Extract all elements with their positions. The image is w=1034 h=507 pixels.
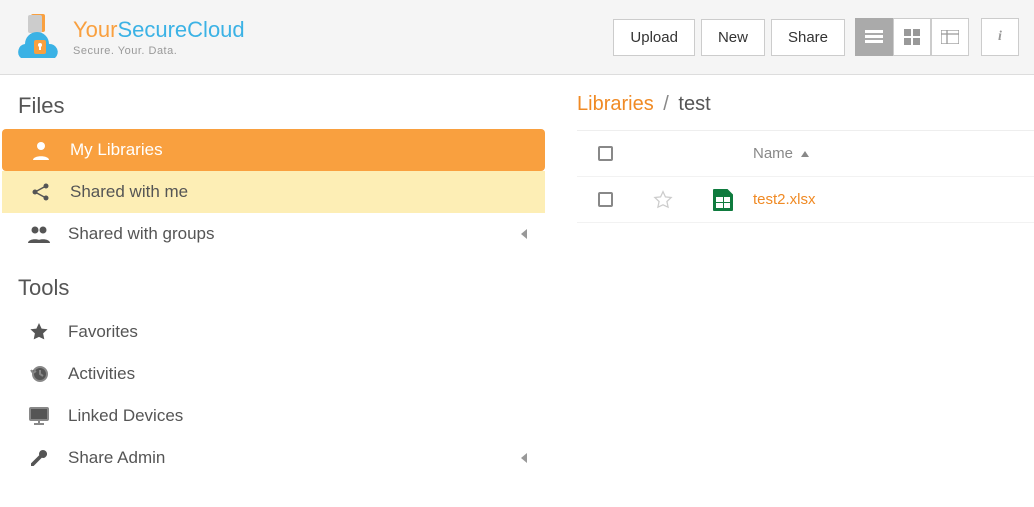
sidebar-item-activities[interactable]: Activities (0, 353, 547, 395)
cloud-lock-icon (15, 14, 65, 60)
sort-asc-icon (801, 151, 809, 157)
row-checkbox[interactable] (598, 192, 613, 207)
chevron-left-icon (521, 453, 527, 463)
sidebar-item-label: Favorites (68, 322, 138, 342)
share-nodes-icon (30, 182, 52, 202)
sidebar-section-files: Files (0, 93, 547, 129)
sidebar-item-label: My Libraries (70, 140, 163, 160)
breadcrumb-separator: / (663, 93, 669, 115)
logo[interactable]: YourSecureCloud Secure. Your. Data. (15, 14, 245, 60)
sidebar-item-label: Share Admin (68, 448, 165, 468)
main-panel: Libraries / test Name (547, 75, 1034, 507)
grid-icon (904, 29, 920, 45)
sidebar-item-label: Shared with me (70, 182, 188, 202)
sidebar-item-label: Linked Devices (68, 406, 183, 426)
view-mode-group (855, 18, 969, 56)
sidebar-item-my-libraries[interactable]: My Libraries (2, 129, 545, 171)
list-icon (865, 30, 883, 44)
sidebar: Files My Libraries Shared with me Shared… (0, 75, 547, 507)
logo-text-cloud: Cloud (187, 17, 244, 42)
column-header-name[interactable]: Name (753, 145, 1034, 162)
person-icon (30, 140, 52, 160)
column-header-name-label: Name (753, 145, 793, 162)
sidebar-item-shared-with-groups[interactable]: Shared with groups (0, 213, 547, 255)
monitor-icon (28, 406, 50, 426)
favorite-toggle[interactable] (633, 190, 693, 210)
toolbar: Upload New Share i (613, 18, 1019, 56)
sidebar-item-share-admin[interactable]: Share Admin (0, 437, 547, 479)
wrench-icon (28, 448, 50, 468)
columns-view-button[interactable] (931, 18, 969, 56)
star-icon (28, 322, 50, 342)
spreadsheet-file-icon (713, 189, 733, 211)
columns-icon (941, 30, 959, 44)
breadcrumb-root[interactable]: Libraries (577, 93, 654, 115)
group-icon (28, 224, 50, 244)
logo-text-your: Your (73, 17, 117, 42)
new-button[interactable]: New (701, 19, 765, 56)
history-icon (28, 364, 50, 384)
chevron-left-icon (521, 229, 527, 239)
file-name-link[interactable]: test2.xlsx (753, 191, 816, 208)
logo-text-secure: Secure (117, 17, 187, 42)
breadcrumb-current: test (678, 93, 710, 115)
sidebar-item-label: Shared with groups (68, 224, 214, 244)
breadcrumb: Libraries / test (577, 93, 1034, 130)
select-all-checkbox[interactable] (598, 146, 613, 161)
sidebar-section-tools: Tools (0, 275, 547, 311)
info-button[interactable]: i (981, 18, 1019, 56)
upload-button[interactable]: Upload (613, 19, 695, 56)
list-view-button[interactable] (855, 18, 893, 56)
sidebar-item-linked-devices[interactable]: Linked Devices (0, 395, 547, 437)
sidebar-item-shared-with-me[interactable]: Shared with me (2, 171, 545, 213)
table-row: test2.xlsx (577, 177, 1034, 223)
file-table: Name test2.xlsx (577, 130, 1034, 223)
logo-tagline: Secure. Your. Data. (73, 45, 245, 57)
sidebar-item-favorites[interactable]: Favorites (0, 311, 547, 353)
content: Files My Libraries Shared with me Shared… (0, 75, 1034, 507)
table-header-row: Name (577, 131, 1034, 177)
sidebar-item-label: Activities (68, 364, 135, 384)
top-bar: YourSecureCloud Secure. Your. Data. Uplo… (0, 0, 1034, 75)
grid-view-button[interactable] (893, 18, 931, 56)
info-icon: i (998, 29, 1002, 45)
star-outline-icon (653, 190, 673, 210)
share-button[interactable]: Share (771, 19, 845, 56)
